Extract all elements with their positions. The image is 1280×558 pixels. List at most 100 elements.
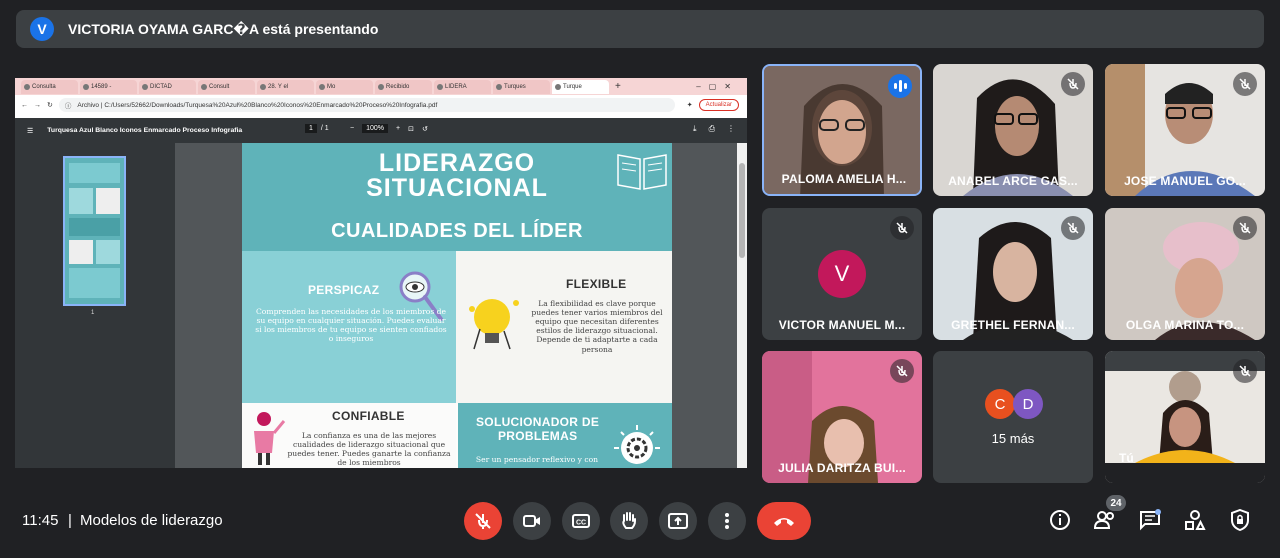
perspicaz-title: PERSPICAZ [308,283,380,297]
new-tab-icon[interactable]: + [615,81,621,92]
mic-toggle-button[interactable] [464,502,502,540]
participant-name: ANABEL ARCE GAS... [948,174,1078,188]
tab-favicon-icon [555,83,561,90]
participant-tile[interactable]: V VICTOR MANUEL M... [762,208,922,340]
tab-favicon-icon [24,83,30,90]
solucionador-title-line1: SOLUCIONADOR DE [476,415,600,429]
camera-icon [523,515,540,527]
present-screen-icon [668,513,688,529]
participant-avatar: V [818,250,866,298]
page-thumbnail[interactable] [63,156,126,306]
tab-favicon-icon [142,83,148,90]
more-participants-tile[interactable]: C D 15 más [933,351,1093,483]
browser-tab[interactable]: Turques [493,79,550,94]
rotate-icon[interactable]: ↺ [422,125,428,133]
mic-off-icon [1233,216,1257,240]
presenting-banner: V VICTORIA OYAMA GARC�A está presentando [16,10,1264,48]
more-options-button[interactable] [708,502,746,540]
more-icon[interactable]: ⋮ [727,124,735,134]
pdf-title: Turquesa Azul Blanco Iconos Enmarcado Pr… [47,127,243,134]
speaking-indicator-icon [888,74,912,98]
raise-hand-button[interactable] [610,502,648,540]
window-controls-icon[interactable]: –▢✕ [696,82,739,91]
presenting-text: VICTORIA OYAMA GARC�A está presentando [68,20,379,37]
leave-call-button[interactable] [757,502,811,540]
participant-tile[interactable]: OLGA MARINA TO... [1105,208,1265,340]
zoom-out-icon[interactable]: − [350,125,354,132]
fit-page-icon[interactable]: ⊡ [408,125,414,133]
mic-off-icon [1233,359,1257,383]
participant-avatar: D [1013,389,1043,419]
tab-favicon-icon [437,83,443,90]
tab-favicon-icon [201,83,207,90]
browser-tab[interactable]: Consulta [21,79,78,94]
people-button[interactable] [1093,508,1117,532]
browser-tab[interactable]: Recibido [375,79,432,94]
zoom-input[interactable]: 100% [362,124,388,133]
infographic-title-line2: SITUACIONAL [366,174,548,202]
menu-icon[interactable]: ☰ [27,127,33,135]
page-indicator: 1 / 1 [305,124,329,133]
print-icon[interactable]: ⎙ [709,124,715,134]
zoom-in-icon[interactable]: + [396,125,400,132]
participant-tile[interactable]: ANABEL ARCE GAS... [933,64,1093,196]
mic-off-icon [475,513,491,529]
host-controls-button[interactable] [1228,508,1252,532]
tab-favicon-icon [496,83,502,90]
forward-icon[interactable]: → [34,102,41,109]
page-input[interactable]: 1 [305,124,317,133]
browser-tab[interactable]: 14589 - [80,79,137,94]
browser-tab[interactable]: Mo [316,79,373,94]
solucionador-text: Ser un pensador reflexivo y con [475,455,599,464]
camera-toggle-button[interactable] [513,502,551,540]
shapes-icon [1185,510,1206,530]
self-tile[interactable]: Tú [1105,351,1265,483]
info-icon [1050,510,1070,530]
browser-tab[interactable]: LIDERA [434,79,491,94]
participant-name: VICTOR MANUEL M... [778,318,906,332]
participant-name: OLGA MARINA TO... [1125,318,1245,332]
book-icon [617,154,667,190]
person-icon [254,412,286,465]
meeting-name: Modelos de liderazgo [80,512,223,529]
participant-avatar: C [985,389,1015,419]
shared-screen: Consulta 14589 - DICTAD Consult 28. Y el… [15,78,747,468]
flexible-text: La flexibilidad es clave porque puedes t… [531,299,663,354]
participant-name: PALOMA AMELIA H... [781,172,907,186]
lightbulb-icon [469,299,519,350]
participant-tile[interactable]: PALOMA AMELIA H... [762,64,922,196]
address-bar: ← → ↻ ⓘ Archivo | C:/Users/52662/Downloa… [15,95,747,115]
participant-name: JULIA DARITZA BUI... [778,461,906,475]
participant-tile[interactable]: JOSE MANUEL GO... [1105,64,1265,196]
info-icon: ⓘ [64,103,72,110]
extensions-icon[interactable]: ✦ [687,101,693,109]
browser-tab[interactable]: DICTAD [139,79,196,94]
gear-bulb-icon [614,425,660,464]
participant-tile[interactable]: GRETHEL FERNAN... [933,208,1093,340]
flexible-title: FLEXIBLE [566,277,627,291]
present-button[interactable] [659,502,697,540]
browser-tab-active[interactable]: Turque [552,79,609,94]
browser-tab[interactable]: Consult [198,79,255,94]
meeting-details-button[interactable] [1048,508,1072,532]
mic-off-icon [890,216,914,240]
chat-button[interactable] [1138,508,1162,532]
back-icon[interactable]: ← [21,102,28,109]
browser-tab-bar: Consulta 14589 - DICTAD Consult 28. Y el… [15,78,747,95]
confiable-text: La confianza es una de las mejores cuali… [287,431,451,468]
update-button[interactable]: Actualizar [698,99,739,111]
browser-tab[interactable]: 28. Y el [257,79,314,94]
activities-button[interactable] [1183,508,1207,532]
separator: | [68,512,72,529]
shield-lock-icon [1231,509,1249,531]
pdf-scrollbar-thumb[interactable] [739,163,745,258]
participant-tile[interactable]: JULIA DARITZA BUI... [762,351,922,483]
url-field[interactable]: ⓘ Archivo | C:/Users/52662/Downloads/Tur… [58,98,675,112]
hang-up-icon [774,518,794,526]
download-icon[interactable]: ⤓ [693,124,697,134]
confiable-title: CONFIABLE [332,409,405,423]
captions-button[interactable]: CC [562,502,600,540]
reload-icon[interactable]: ↻ [47,101,53,109]
flexible-section: FLEXIBLE La flexibilidad es clave porque… [456,251,672,403]
pdf-toolbar: ☰ Turquesa Azul Blanco Iconos Enmarcado … [15,118,747,143]
